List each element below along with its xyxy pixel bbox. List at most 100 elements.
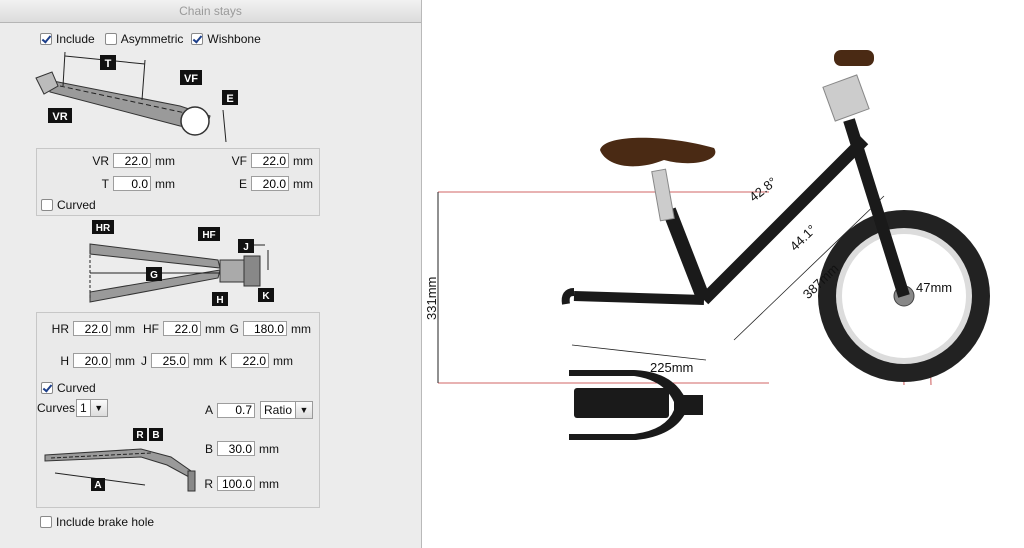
asymmetric-label: Asymmetric bbox=[120, 32, 184, 46]
label-a: A bbox=[94, 480, 101, 491]
curved-checkbox-1[interactable] bbox=[41, 199, 53, 211]
hr-input[interactable] bbox=[73, 321, 111, 336]
g-input[interactable] bbox=[243, 321, 287, 336]
panel-title: Chain stays bbox=[0, 0, 421, 23]
wheel-offset-label: 47mm bbox=[916, 280, 952, 295]
b-unit: mm bbox=[259, 441, 279, 456]
hf-label: HF bbox=[143, 321, 159, 336]
vf-input[interactable] bbox=[251, 153, 289, 168]
height-label: 331mm bbox=[424, 277, 439, 320]
k-label: K bbox=[218, 353, 227, 368]
curved-checkbox-2[interactable] bbox=[41, 382, 53, 394]
j-label: J bbox=[141, 353, 147, 368]
label-r: R bbox=[136, 430, 144, 441]
j-field-row: J mm bbox=[137, 353, 213, 368]
h-unit: mm bbox=[115, 353, 135, 368]
option-row: Include Asymmetric Wishbone bbox=[40, 32, 261, 46]
a-input[interactable] bbox=[217, 402, 255, 418]
include-label: Include bbox=[56, 32, 95, 46]
curved-label-1: Curved bbox=[57, 198, 96, 212]
stay-side-diagram: T VF VR E bbox=[35, 51, 238, 143]
vr-input[interactable] bbox=[113, 153, 151, 168]
brake-hole-checkbox[interactable] bbox=[40, 516, 52, 528]
a-mode-value: Ratio bbox=[264, 403, 293, 417]
curved-label-2: Curved bbox=[57, 381, 96, 395]
angle-top-label: 42.8° bbox=[746, 174, 779, 205]
hf-input[interactable] bbox=[163, 321, 201, 336]
stay-curve-diagram: R B A bbox=[44, 428, 196, 492]
r-field-row: R mm bbox=[197, 476, 279, 491]
label-hf: HF bbox=[202, 230, 215, 241]
angle-down-label: 44.1° bbox=[787, 222, 819, 254]
label-t: T bbox=[105, 58, 112, 70]
wishbone-dimensions-group: HR mm HF mm G mm H mm J mm K mm bbox=[36, 312, 320, 508]
curves-select[interactable]: 1 ▼ bbox=[76, 399, 108, 417]
label-vf: VF bbox=[184, 73, 198, 85]
wishbone-checkbox[interactable] bbox=[191, 33, 204, 45]
vr-field-row: VR mm bbox=[47, 153, 175, 168]
curves-label: Curves bbox=[37, 401, 76, 415]
saddle bbox=[600, 137, 716, 167]
label-k: K bbox=[262, 291, 270, 302]
t-field-row: T mm bbox=[47, 176, 175, 191]
vf-unit: mm bbox=[293, 153, 313, 168]
a-field-row: A Ratio ▼ bbox=[197, 401, 314, 419]
handlebar-grip bbox=[834, 50, 874, 66]
h-input[interactable] bbox=[73, 353, 111, 368]
label-e: E bbox=[226, 93, 233, 105]
chevron-down-icon: ▼ bbox=[295, 402, 313, 418]
b-input[interactable] bbox=[217, 441, 255, 456]
b-field-row: B mm bbox=[197, 441, 279, 456]
label-g: G bbox=[150, 270, 158, 281]
k-field-row: K mm bbox=[217, 353, 293, 368]
e-input[interactable] bbox=[251, 176, 289, 191]
label-b: B bbox=[152, 430, 159, 441]
r-input[interactable] bbox=[217, 476, 255, 491]
k-input[interactable] bbox=[231, 353, 269, 368]
include-checkbox[interactable] bbox=[40, 33, 52, 45]
g-unit: mm bbox=[291, 321, 311, 336]
curves-value: 1 bbox=[80, 401, 87, 415]
label-h: H bbox=[216, 295, 223, 306]
stay-top-diagram: HR HF J G H K bbox=[89, 220, 274, 306]
curved-row-2: Curved bbox=[41, 381, 96, 395]
label-hr: HR bbox=[96, 223, 111, 234]
brake-hole-row: Include brake hole bbox=[40, 515, 154, 529]
asymmetric-checkbox[interactable] bbox=[104, 33, 117, 45]
brake-hole-label: Include brake hole bbox=[56, 515, 155, 529]
hr-unit: mm bbox=[115, 321, 135, 336]
chevron-down-icon: ▼ bbox=[89, 400, 107, 416]
label-vr: VR bbox=[52, 111, 67, 123]
bike-drawing: 42.8° 44.1° 387mm 47mm 331mm 225mm bbox=[424, 50, 990, 440]
hf-field-row: HF mm bbox=[137, 321, 225, 336]
e-field-row: E mm bbox=[197, 176, 313, 191]
vf-field-row: VF mm bbox=[197, 153, 313, 168]
vf-label: VF bbox=[231, 153, 247, 168]
r-unit: mm bbox=[259, 476, 279, 491]
a-label: A bbox=[204, 403, 213, 417]
h-field-row: H mm bbox=[47, 353, 135, 368]
e-label: E bbox=[238, 176, 247, 191]
a-mode-select[interactable]: Ratio ▼ bbox=[260, 401, 314, 419]
hf-unit: mm bbox=[205, 321, 225, 336]
vr-label: VR bbox=[92, 153, 109, 168]
h-label: H bbox=[60, 353, 69, 368]
g-label: G bbox=[229, 321, 239, 336]
e-unit: mm bbox=[293, 176, 313, 191]
chain-stays-panel: Chain stays Include Asymmetric Wishbone … bbox=[0, 0, 422, 548]
label-j: J bbox=[243, 242, 249, 253]
k-unit: mm bbox=[273, 353, 293, 368]
hr-field-row: HR mm bbox=[47, 321, 135, 336]
stay-dimensions-group: VR mm VF mm T mm E mm Curved bbox=[36, 148, 320, 216]
t-unit: mm bbox=[155, 176, 175, 191]
curves-row: Curves 1 ▼ bbox=[37, 399, 108, 417]
hr-label: HR bbox=[51, 321, 69, 336]
vr-unit: mm bbox=[155, 153, 175, 168]
j-unit: mm bbox=[193, 353, 213, 368]
g-field-row: G mm bbox=[225, 321, 311, 336]
j-input[interactable] bbox=[151, 353, 189, 368]
t-label: T bbox=[101, 176, 109, 191]
curved-row-1: Curved bbox=[41, 198, 96, 212]
wishbone-label: Wishbone bbox=[207, 32, 261, 46]
t-input[interactable] bbox=[113, 176, 151, 191]
